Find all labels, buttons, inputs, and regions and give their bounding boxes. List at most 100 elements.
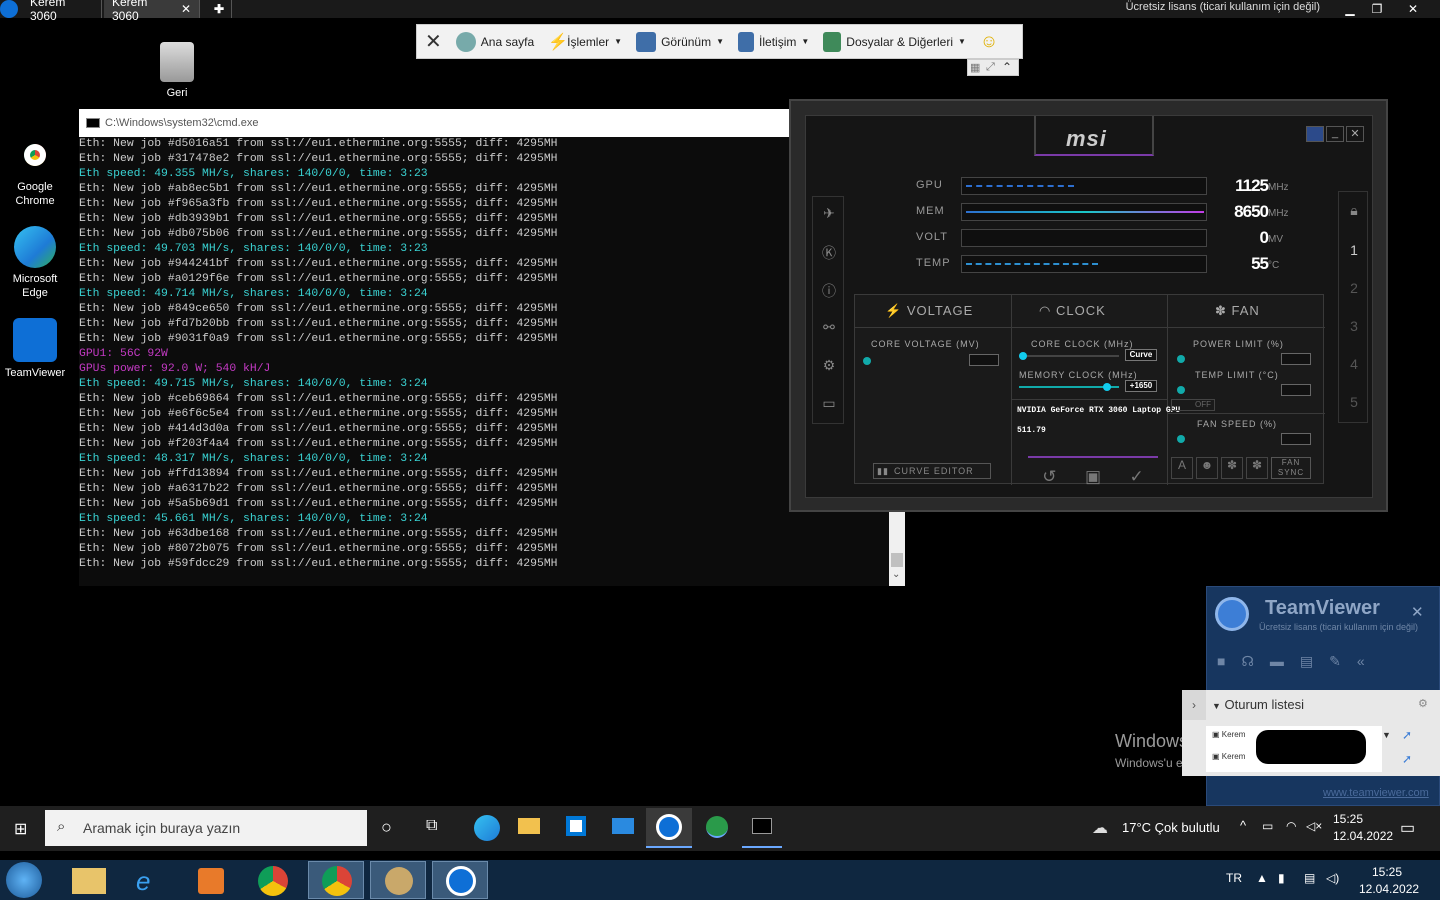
local-clock-date[interactable]: 12.04.2022 xyxy=(1359,882,1419,896)
tools-icon[interactable]: ✎ xyxy=(1329,653,1341,670)
link-toggle[interactable]: OFF xyxy=(1171,399,1215,411)
collapse-icon[interactable]: ⌃ xyxy=(1002,60,1012,74)
home-button[interactable]: Ana sayfa xyxy=(455,31,534,52)
temp-limit-input[interactable] xyxy=(1281,384,1311,396)
cmd-titlebar[interactable]: C:\Windows\system32\cmd.exe xyxy=(79,109,905,137)
desktop-edge[interactable]: Microsoft Edge xyxy=(0,226,70,300)
close-icon[interactable]: ✕ xyxy=(1346,126,1364,142)
chrome-active-button[interactable] xyxy=(308,861,364,899)
fan-speed-input[interactable] xyxy=(1281,433,1311,445)
session-list[interactable]: › ▼ Oturum listesi ⚙ ▣ Kerem ▣ Kerem ▼ ➚… xyxy=(1182,690,1440,776)
oc-scanner-icon[interactable]: ⚯ xyxy=(819,319,839,336)
memory-clock-input[interactable]: +1650 xyxy=(1125,380,1157,392)
cmd-output[interactable]: Eth: New job #d5016a51 from ssl://eu1.et… xyxy=(79,137,889,586)
monitor-icon[interactable]: ▭ xyxy=(819,395,839,412)
mail-taskbar-icon[interactable] xyxy=(612,818,634,834)
reset-icon[interactable]: ↺ xyxy=(1042,467,1056,487)
communicate-menu[interactable]: İletişim ▼ xyxy=(738,31,809,52)
close-icon[interactable]: ✕ xyxy=(1411,603,1424,621)
lock-icon[interactable]: 🔒︎ xyxy=(1344,202,1364,219)
weather-text[interactable]: 17°C Çok bulutlu xyxy=(1122,820,1220,835)
cmd-taskbar-button[interactable] xyxy=(742,808,782,848)
expand-icon[interactable]: › xyxy=(1182,690,1206,720)
explorer-icon[interactable] xyxy=(72,868,106,894)
new-tab-plus-icon[interactable]: ✚ xyxy=(206,0,232,18)
core-voltage-input[interactable] xyxy=(969,354,999,366)
msi-afterburner-window[interactable]: msi _ ✕ GPU 1125 MHz MEM 8650 MHz VOLT 0… xyxy=(789,99,1388,512)
close-icon[interactable]: ✕ xyxy=(181,2,191,16)
curve-editor-button[interactable]: ▮▮ CURVE EDITOR xyxy=(873,463,991,479)
save-icon[interactable]: ▣ xyxy=(1085,467,1101,487)
local-clock-time[interactable]: 15:25 xyxy=(1372,865,1402,879)
speaker-icon[interactable]: ◁× xyxy=(1306,819,1322,833)
chrome-icon[interactable] xyxy=(258,866,288,896)
network-icon[interactable]: ▤ xyxy=(1304,871,1315,885)
settings-icon[interactable]: ⚙ xyxy=(819,357,839,374)
session-list-header[interactable]: ▼ Oturum listesi xyxy=(1212,697,1304,712)
minimize-icon[interactable]: _ xyxy=(1326,126,1344,142)
pin-icon[interactable]: ➚ xyxy=(1402,752,1412,766)
k-icon[interactable]: Ⓚ xyxy=(819,243,839,263)
media-player-icon[interactable] xyxy=(198,868,224,894)
wifi-icon[interactable]: ◠ xyxy=(1286,819,1296,833)
ie-icon[interactable]: e xyxy=(136,866,150,897)
power-limit-slider[interactable] xyxy=(1177,355,1185,363)
notification-icon[interactable]: ▭ xyxy=(1400,818,1415,838)
volume-icon[interactable]: ◁) xyxy=(1326,871,1339,885)
cmd-scrollbar[interactable]: ⌄ xyxy=(889,509,905,586)
scroll-thumb[interactable] xyxy=(891,553,903,567)
memory-clock-slider[interactable] xyxy=(1103,383,1111,391)
cmd-window[interactable]: C:\Windows\system32\cmd.exe Eth: New job… xyxy=(79,109,905,586)
smiley-icon[interactable]: ☺ xyxy=(980,31,998,52)
profile-4[interactable]: 4 xyxy=(1344,356,1364,372)
windows-logo-icon[interactable] xyxy=(1306,126,1324,142)
chevron-up-icon[interactable]: ^ xyxy=(1240,818,1246,833)
view-menu[interactable]: Görünüm ▼ xyxy=(636,31,724,52)
signal-icon[interactable]: ▮ xyxy=(1278,871,1285,885)
clock-time[interactable]: 15:25 xyxy=(1333,812,1363,826)
pin-icon[interactable]: ➚ xyxy=(1402,728,1412,742)
desktop-chrome[interactable]: Google Chrome xyxy=(0,134,70,208)
headset-icon[interactable]: ☊ xyxy=(1241,653,1253,670)
close-window-button[interactable]: ✕ xyxy=(1398,0,1428,18)
temp-limit-slider[interactable] xyxy=(1177,386,1185,394)
store-taskbar-icon[interactable] xyxy=(566,816,586,836)
session-item-2[interactable]: ▣ Kerem xyxy=(1212,752,1245,761)
video-icon[interactable]: ■ xyxy=(1217,653,1225,670)
toolbar-mini-controls[interactable]: ▦ ⤢ ⌃ xyxy=(967,59,1019,76)
fullscreen-icon[interactable]: ⤢ xyxy=(986,61,995,74)
info-icon[interactable]: ⓘ xyxy=(819,281,839,301)
teamviewer-taskbar-button[interactable] xyxy=(646,808,692,848)
profile-5[interactable]: 5 xyxy=(1344,394,1364,410)
cortana-icon[interactable]: ○ xyxy=(381,817,392,838)
minimize-button[interactable]: ▁ xyxy=(1335,0,1365,18)
fan-sync-button[interactable]: FAN SYNC xyxy=(1271,457,1311,479)
recycle-bin[interactable]: Geri xyxy=(142,42,212,100)
language-indicator[interactable]: TR xyxy=(1226,871,1242,885)
fan2-icon[interactable]: ✽ xyxy=(1246,457,1268,479)
user-fan-icon[interactable]: ☻ xyxy=(1196,457,1218,479)
core-clock-slider[interactable] xyxy=(1019,352,1027,360)
core-clock-input[interactable]: Curve xyxy=(1125,349,1157,361)
close-toolbar-icon[interactable]: ✕ xyxy=(425,29,442,54)
teamviewer-button[interactable] xyxy=(432,861,488,899)
profile-1[interactable]: 1 xyxy=(1344,242,1364,258)
edge-taskbar-icon[interactable] xyxy=(474,815,500,841)
power-limit-input[interactable] xyxy=(1281,353,1311,365)
tab-remote-2[interactable]: Kerem 3060 ✕ xyxy=(104,0,200,23)
clipboard-icon[interactable]: ▤ xyxy=(1300,653,1313,670)
profile-3[interactable]: 3 xyxy=(1344,318,1364,334)
battery-icon[interactable]: ▭ xyxy=(1262,819,1273,833)
search-box[interactable]: ⌕ Aramak için buraya yazın xyxy=(45,810,367,846)
auto-fan-icon[interactable]: A xyxy=(1171,457,1193,479)
tab-remote-1[interactable]: Kerem 3060 xyxy=(22,0,102,23)
settings-icon[interactable]: ⚙ xyxy=(1418,697,1428,710)
kombustor-icon[interactable]: ✈ xyxy=(819,205,839,222)
grid-icon[interactable]: ▦ xyxy=(970,61,980,74)
core-voltage-slider[interactable] xyxy=(863,357,871,365)
collapse-left-icon[interactable]: « xyxy=(1357,653,1365,670)
fan1-icon[interactable]: ✽ xyxy=(1221,457,1243,479)
profile-2[interactable]: 2 xyxy=(1344,280,1364,296)
session-item-1[interactable]: ▣ Kerem xyxy=(1212,730,1245,739)
msi-afterburner-taskbar-icon[interactable] xyxy=(706,816,728,838)
